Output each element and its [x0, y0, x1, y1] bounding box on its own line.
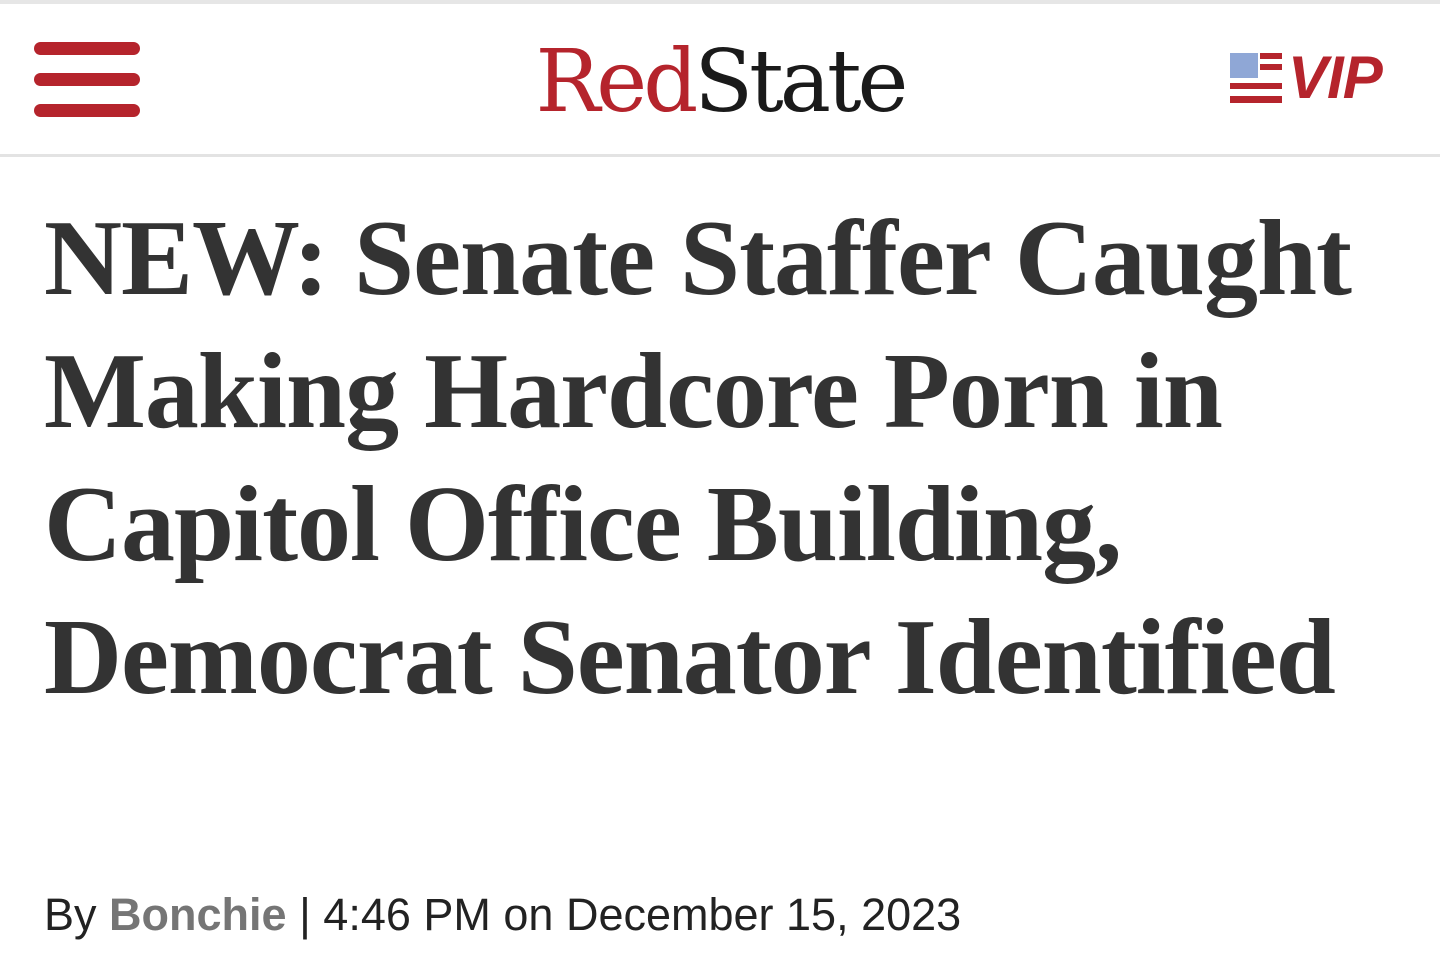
article-page: RedState VIP NEW: Senate Staffer Caught …	[0, 0, 1440, 974]
byline-separator: |	[299, 889, 311, 940]
us-flag-icon	[1230, 53, 1282, 103]
byline-prefix: By	[44, 889, 97, 940]
article-byline: By Bonchie | 4:46 PM on December 15, 202…	[44, 885, 961, 945]
author-link[interactable]: Bonchie	[109, 889, 287, 940]
site-logo[interactable]: RedState	[0, 32, 1440, 132]
logo-red-text: Red	[535, 32, 699, 132]
site-header: RedState VIP	[0, 4, 1440, 157]
vip-label: VIP	[1288, 44, 1383, 111]
vip-link[interactable]: VIP	[1230, 44, 1383, 111]
publish-time: 4:46 PM on December 15, 2023	[323, 889, 962, 940]
article-headline: NEW: Senate Staffer Caught Making Hardco…	[44, 199, 1352, 717]
logo-black-text: State	[694, 32, 908, 132]
